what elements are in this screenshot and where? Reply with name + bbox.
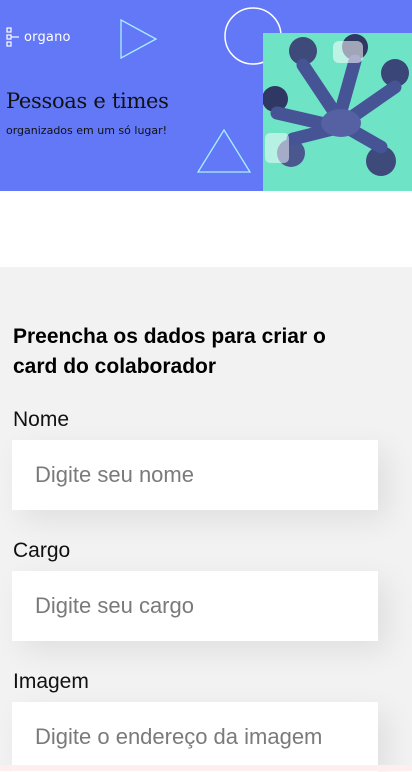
logo[interactable]: organo	[6, 26, 71, 48]
team-hands-illustration	[262, 33, 412, 191]
team-photo	[262, 33, 412, 191]
image-url-input[interactable]	[12, 702, 378, 772]
form-heading: Preencha os dados para criar o card do c…	[13, 325, 326, 378]
role-input[interactable]	[12, 571, 378, 641]
triangle-up-outline-icon	[196, 128, 252, 173]
triangle-outline-icon	[120, 18, 158, 60]
name-label: Nome	[13, 408, 70, 431]
banner-title: Pessoas e times	[6, 89, 169, 113]
banner-subtitle: organizados em um só lugar!	[6, 124, 168, 137]
name-input[interactable]	[12, 440, 378, 510]
banner: organo Pessoas e times organizados em um…	[0, 0, 412, 191]
role-label: Cargo	[13, 539, 71, 562]
logo-icon	[6, 27, 19, 47]
collaborator-form: Preencha os dados para criar o card do c…	[0, 267, 412, 772]
image-label: Imagem	[13, 670, 89, 693]
logo-text: organo	[24, 29, 71, 45]
bottom-divider	[0, 765, 412, 771]
